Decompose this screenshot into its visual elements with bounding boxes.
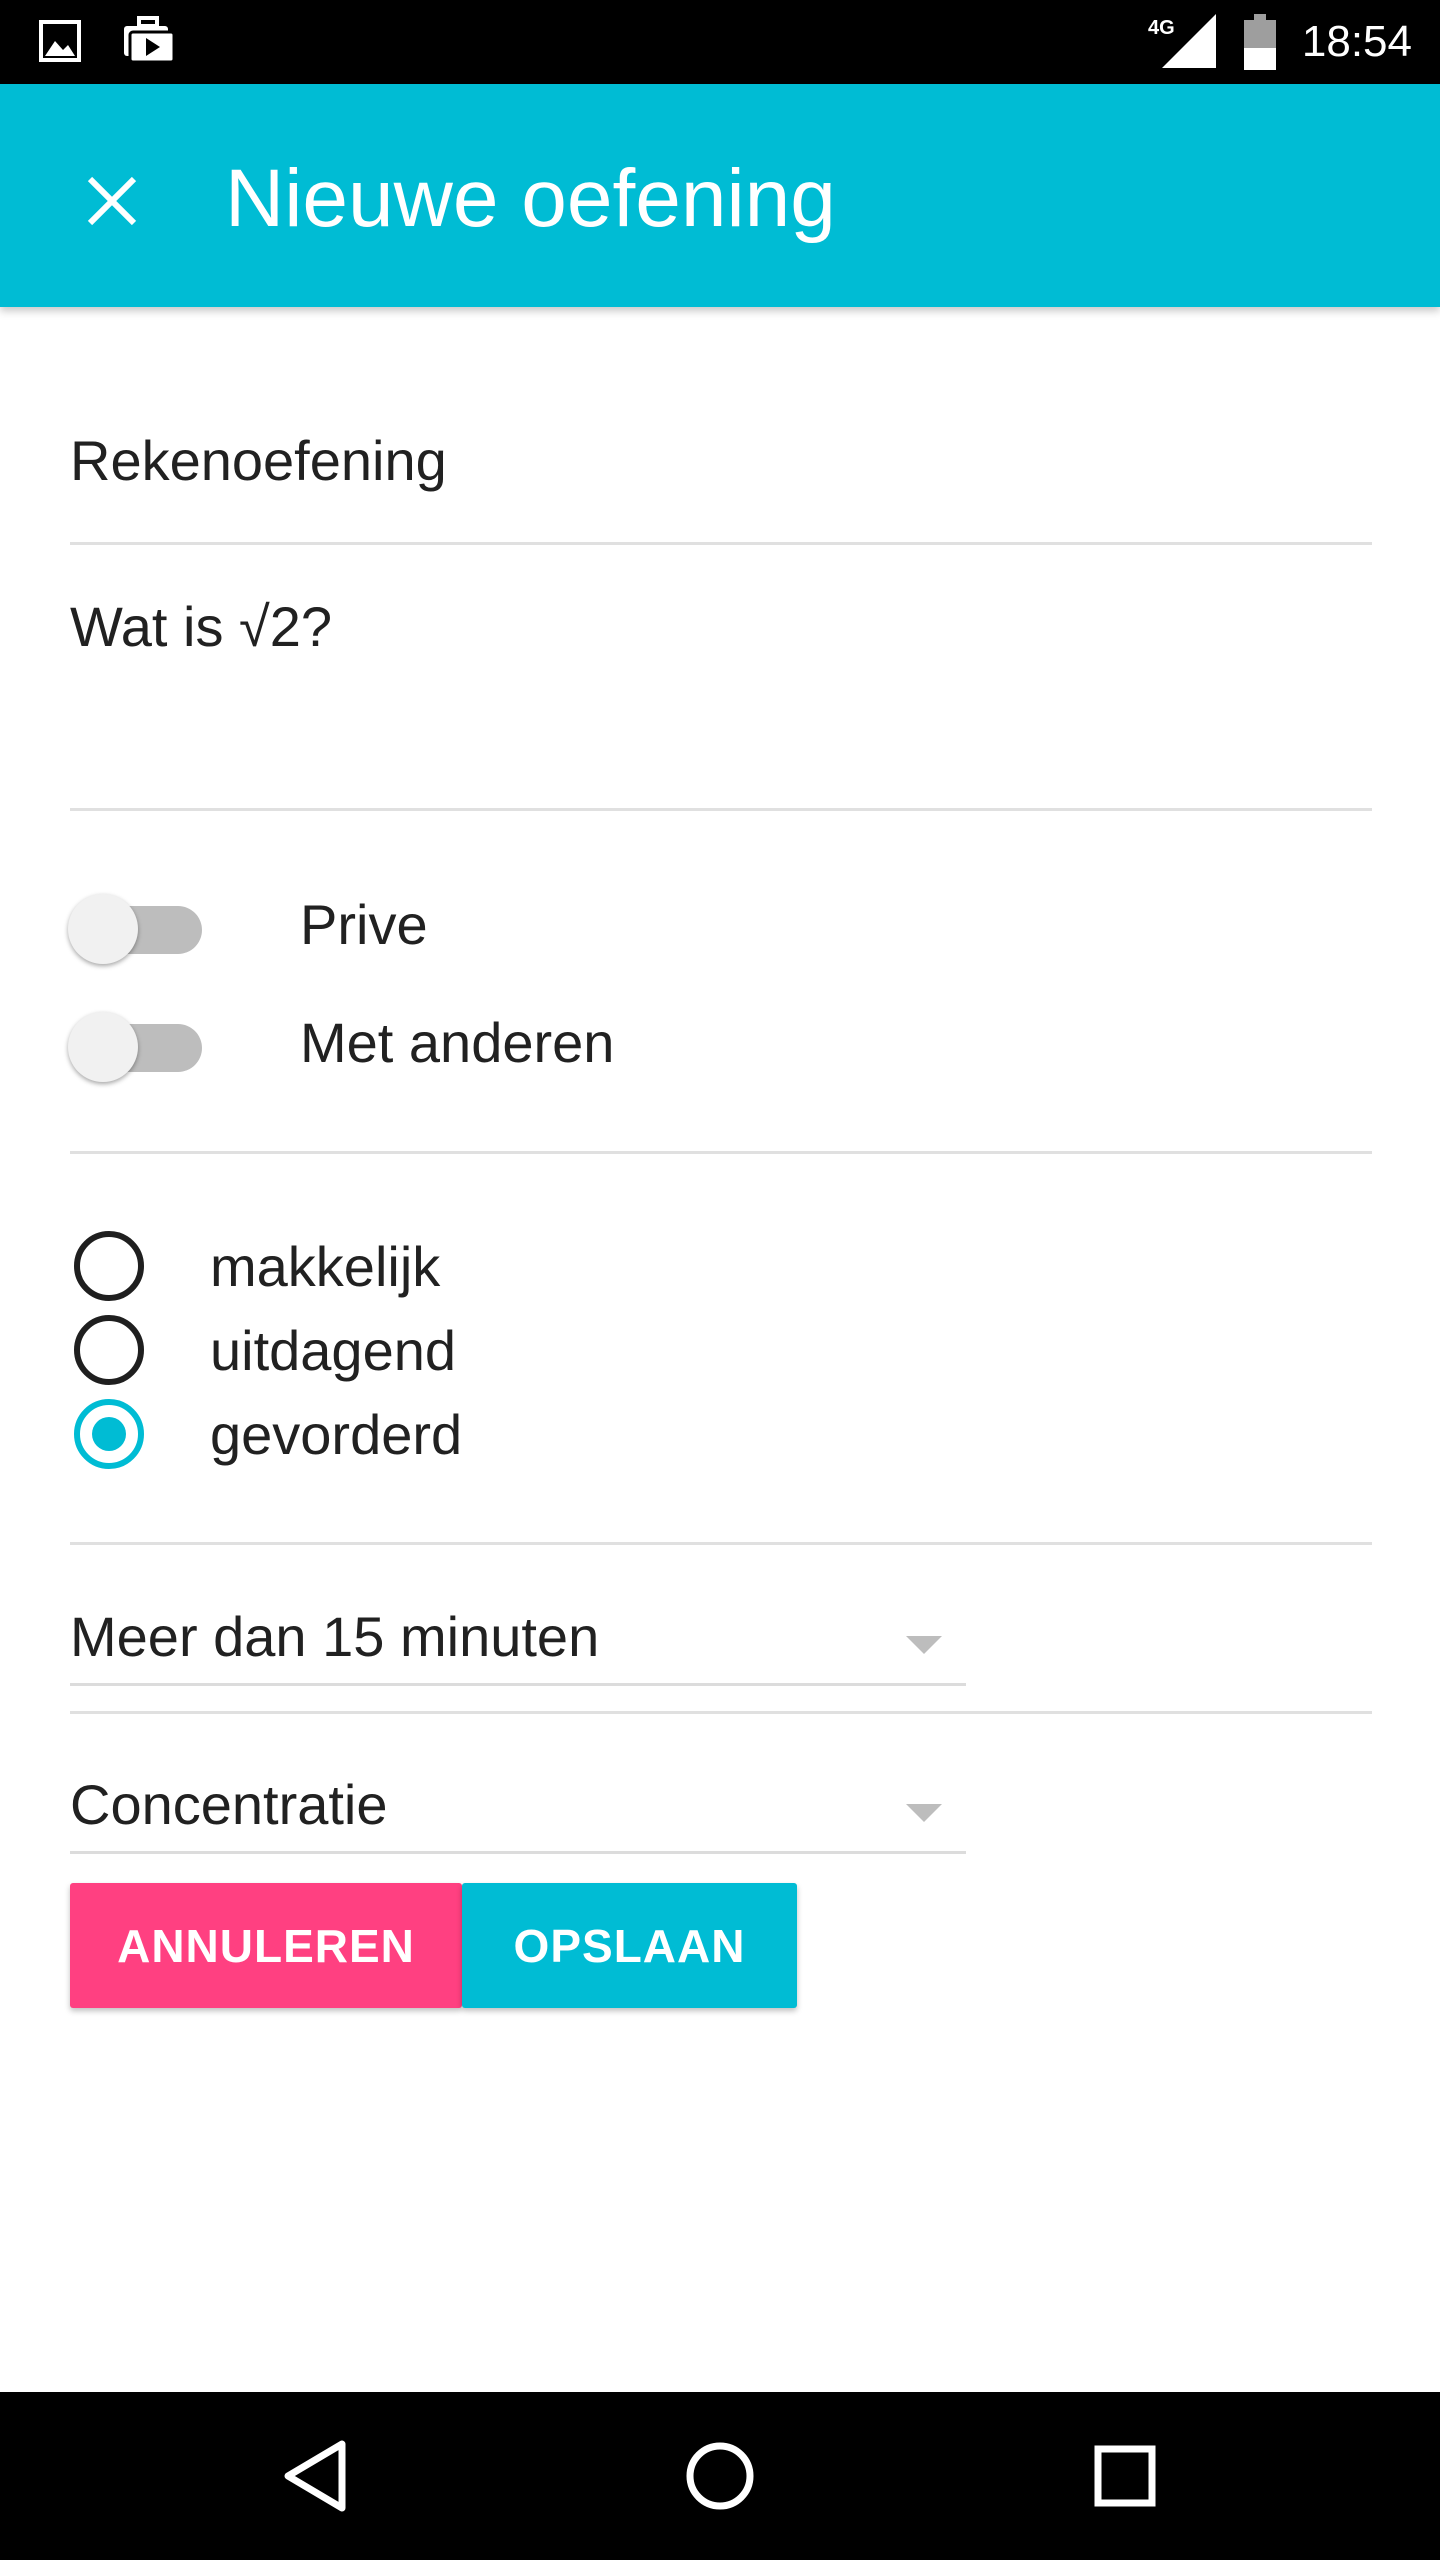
select-underline xyxy=(70,1851,966,1854)
save-button[interactable]: OPSLAAN xyxy=(462,1883,797,2008)
question-field[interactable]: Wat is √2? xyxy=(70,594,1372,804)
cancel-button[interactable]: ANNULEREN xyxy=(70,1883,462,2008)
close-icon xyxy=(87,176,137,226)
question-field-underline xyxy=(70,808,1372,811)
radio-gevorderd[interactable]: gevorderd xyxy=(74,1392,462,1476)
briefcase-notification-icon xyxy=(122,16,174,66)
status-bar: 4G 18:54 xyxy=(0,0,1440,84)
cell-signal-icon: 4G xyxy=(1148,12,1218,72)
image-notification-icon xyxy=(38,19,82,63)
title-field-underline xyxy=(70,542,1372,545)
duration-select[interactable]: Meer dan 15 minuten xyxy=(70,1586,966,1686)
radio-selected-dot xyxy=(92,1417,126,1451)
question-field-value: Wat is √2? xyxy=(70,595,333,658)
switch-label-met-anderen: Met anderen xyxy=(300,1010,615,1074)
radio-uitdagend[interactable]: uitdagend xyxy=(74,1308,456,1392)
toggle-thumb xyxy=(68,894,138,964)
section-divider xyxy=(70,1542,1372,1545)
app-bar: Nieuwe oefening xyxy=(0,84,1440,307)
recents-button[interactable] xyxy=(1075,2426,1175,2526)
prive-toggle[interactable] xyxy=(68,884,204,964)
radio-label-uitdagend: uitdagend xyxy=(210,1318,457,1382)
clock: 18:54 xyxy=(1301,17,1412,66)
radio-button[interactable] xyxy=(74,1315,144,1385)
chevron-down-icon xyxy=(906,1804,942,1822)
switch-label-prive: Prive xyxy=(300,892,428,956)
navigation-bar xyxy=(0,2392,1440,2560)
section-divider xyxy=(70,1711,1372,1714)
chevron-down-icon xyxy=(906,1636,942,1654)
category-select[interactable]: Concentratie xyxy=(70,1754,966,1854)
select-underline xyxy=(70,1683,966,1686)
switch-met-anderen[interactable]: Met anderen xyxy=(68,1002,614,1082)
radio-label-gevorderd: gevorderd xyxy=(210,1402,463,1466)
toggle-thumb xyxy=(68,1012,138,1082)
radio-button[interactable] xyxy=(74,1231,144,1301)
category-select-value: Concentratie xyxy=(70,1773,388,1836)
title-field-value: Rekenoefening xyxy=(70,429,447,492)
radio-makkelijk[interactable]: makkelijk xyxy=(74,1224,440,1308)
section-divider xyxy=(70,1151,1372,1154)
met-anderen-toggle[interactable] xyxy=(68,1002,204,1082)
radio-button-selected[interactable] xyxy=(74,1399,144,1469)
switch-prive[interactable]: Prive xyxy=(68,884,428,964)
radio-label-makkelijk: makkelijk xyxy=(210,1234,441,1298)
close-button[interactable] xyxy=(70,159,154,243)
home-circle-icon xyxy=(686,2442,754,2510)
back-triangle-icon xyxy=(284,2440,346,2512)
duration-select-value: Meer dan 15 minuten xyxy=(70,1605,600,1668)
page-title: Nieuwe oefening xyxy=(225,153,836,244)
network-type-label: 4G xyxy=(1148,17,1175,39)
recents-square-icon xyxy=(1094,2445,1156,2507)
back-button[interactable] xyxy=(265,2426,365,2526)
home-button[interactable] xyxy=(670,2426,770,2526)
title-field[interactable]: Rekenoefening xyxy=(70,428,1372,493)
battery-icon xyxy=(1243,14,1276,70)
